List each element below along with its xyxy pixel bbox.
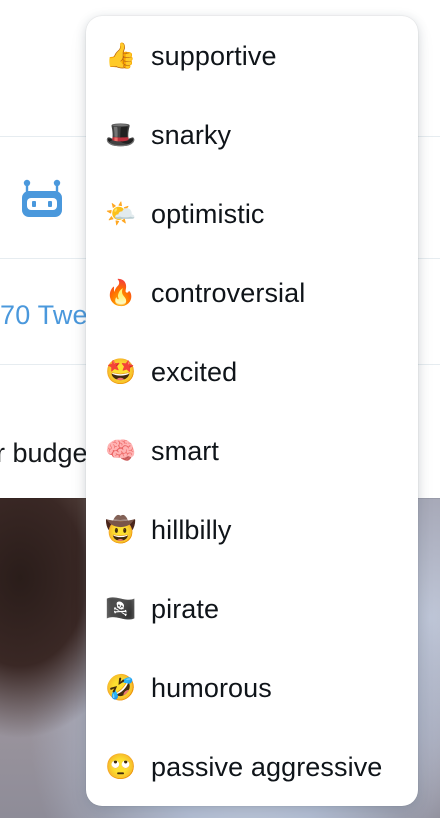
brain-icon: 🧠 [105, 437, 137, 465]
tone-option-label: supportive [151, 40, 277, 71]
thumbs-up-icon: 👍 [105, 41, 137, 70]
tone-option-snarky[interactable]: 🎩 snarky [86, 96, 418, 175]
tone-option-label: snarky [151, 120, 232, 150]
eye-roll-icon: 🙄 [105, 753, 137, 781]
fire-icon: 🔥 [105, 279, 137, 307]
tweet-text-fragment: r budge [0, 438, 88, 468]
tone-option-passive-aggressive[interactable]: 🙄 passive aggressive [86, 728, 418, 806]
rolling-laughing-icon: 🤣 [105, 674, 137, 702]
tone-option-label: excited [151, 357, 238, 387]
cowboy-hat-face-icon: 🤠 [105, 516, 137, 544]
tone-option-label: humorous [151, 673, 272, 703]
tone-option-controversial[interactable]: 🔥 controversial [86, 254, 418, 333]
tone-option-smart[interactable]: 🧠 smart [86, 412, 418, 491]
tone-option-label: optimistic [151, 199, 265, 229]
pirate-flag-icon: 🏴‍☠️ [105, 595, 137, 623]
tone-option-supportive[interactable]: 👍 supportive [86, 16, 418, 96]
tone-option-label: hillbilly [151, 515, 232, 545]
tweet-count-link[interactable]: 70 Twe [0, 300, 88, 331]
tone-option-list: 👍 supportive 🎩 snarky 🌤️ optimistic 🔥 co… [86, 16, 418, 806]
sun-behind-cloud-icon: 🌤️ [105, 200, 137, 228]
tone-option-pirate[interactable]: 🏴‍☠️ pirate [86, 570, 418, 649]
tone-option-label: passive aggressive [151, 752, 383, 782]
tone-option-humorous[interactable]: 🤣 humorous [86, 649, 418, 728]
tone-option-label: controversial [151, 278, 306, 308]
tone-option-optimistic[interactable]: 🌤️ optimistic [86, 175, 418, 254]
star-struck-icon: 🤩 [105, 358, 137, 386]
tone-option-excited[interactable]: 🤩 excited [86, 333, 418, 412]
robot-icon[interactable] [18, 178, 66, 220]
tone-option-hillbilly[interactable]: 🤠 hillbilly [86, 491, 418, 570]
tone-dropdown-menu: 👍 supportive 🎩 snarky 🌤️ optimistic 🔥 co… [86, 16, 418, 806]
top-hat-icon: 🎩 [105, 121, 137, 149]
tone-option-label: smart [151, 436, 219, 466]
tone-option-label: pirate [151, 594, 220, 624]
